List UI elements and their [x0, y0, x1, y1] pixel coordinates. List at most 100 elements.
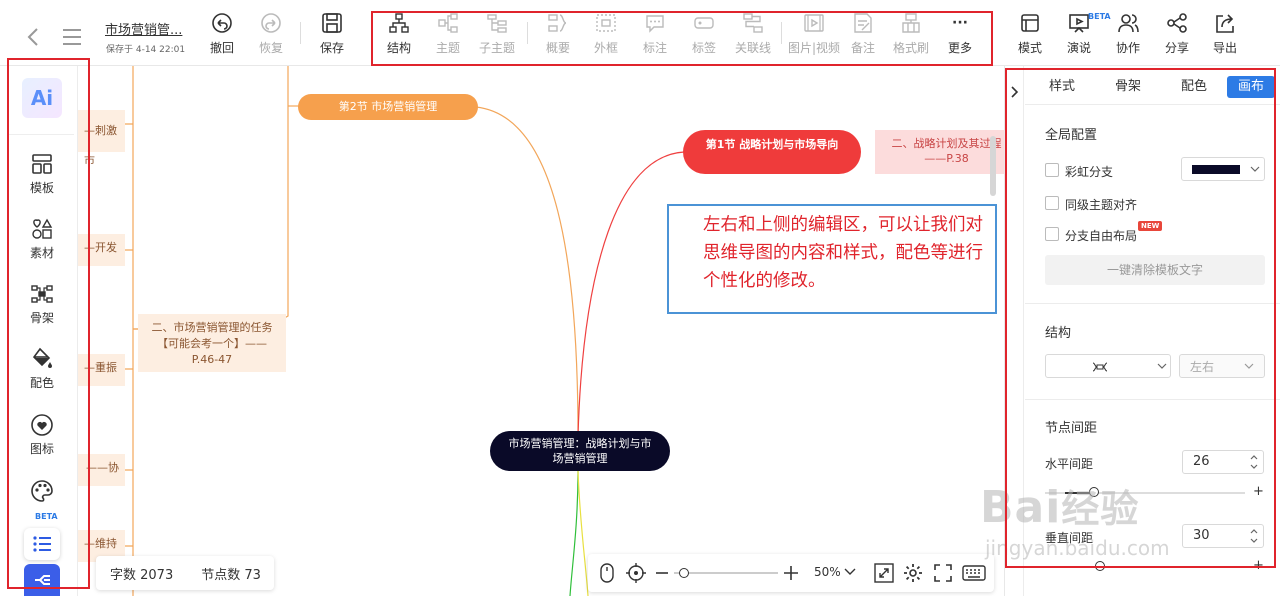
chevron-down-icon[interactable] [844, 568, 856, 576]
mindmap-view-button[interactable] [24, 564, 60, 596]
stepper-arrows-icon[interactable] [1249, 527, 1259, 545]
watermark-brand-cn: 经验 [1061, 487, 1140, 531]
tag-icon [694, 17, 714, 29]
note-button[interactable]: 备注 [839, 12, 887, 58]
frame-button[interactable]: 外框 [582, 12, 630, 58]
summary-button[interactable]: 概要 [534, 12, 582, 58]
node-spacing-title: 节点间距 [1045, 421, 1098, 436]
mouse-icon[interactable] [600, 563, 614, 583]
horizontal-spacing-value: 26 [1193, 454, 1210, 469]
note-label: 备注 [850, 41, 875, 55]
ai-button[interactable]: Ai [22, 78, 62, 118]
left-node-3[interactable]: —重振 [78, 354, 125, 386]
image-video-button[interactable]: 图片|视频 [788, 12, 840, 58]
horizontal-spacing-plus-icon[interactable]: + [1253, 484, 1264, 499]
more-label: 更多 [947, 41, 972, 55]
tag-button[interactable]: 标签 [680, 12, 728, 58]
redo-button[interactable]: 恢复 [247, 12, 295, 58]
left-node-1[interactable]: —刺激市 [78, 110, 125, 167]
sidebar-item-material[interactable]: 素材 [10, 217, 74, 261]
mode-button[interactable]: 模式 [1006, 12, 1054, 58]
users-icon [1118, 14, 1139, 33]
doc-title[interactable]: 市场营销管... [105, 19, 182, 38]
vertical-spacing-slider-handle[interactable] [1095, 561, 1105, 571]
callout-label: 标注 [642, 41, 667, 55]
structure-button[interactable]: 结构 [375, 12, 423, 58]
undo-button[interactable]: 撤回 [198, 12, 246, 58]
canvas-scrollbar[interactable] [990, 136, 996, 196]
horizontal-spacing-stepper[interactable]: 26 [1182, 450, 1264, 474]
tab-style[interactable]: 样式 [1029, 76, 1095, 98]
sidebar-item-skeleton[interactable]: 骨架 [10, 282, 74, 326]
relation-line-button[interactable]: 关联线 [729, 12, 777, 58]
sidebar-item-theme-palette[interactable] [10, 479, 74, 503]
section1-node[interactable]: 第1节 战略计划与市场导向 [683, 130, 861, 174]
outline-view-button[interactable] [24, 528, 60, 560]
topic-button[interactable]: 主题 [424, 12, 472, 58]
redo-label: 恢复 [258, 41, 283, 55]
structure-icon [389, 13, 409, 33]
zoom-slider-handle[interactable] [679, 568, 689, 578]
fullscreen-icon[interactable] [934, 564, 952, 582]
horizontal-spacing-label: 水平间距 [1045, 457, 1094, 471]
keyboard-icon[interactable] [962, 565, 986, 581]
zoom-level[interactable]: 50% [814, 565, 841, 579]
subtopic-button[interactable]: 子主题 [473, 12, 521, 58]
watermark-brand: Bai经验 [980, 478, 1139, 533]
locate-icon[interactable] [626, 563, 646, 583]
direction-value: 左右 [1190, 360, 1215, 374]
back-icon[interactable] [26, 27, 40, 47]
task-node[interactable]: 二、市场营销管理的任务【可能会考一个】——P.46-47 [138, 314, 286, 372]
zoom-slider-track[interactable] [674, 572, 778, 574]
align-siblings-checkbox[interactable] [1045, 196, 1059, 210]
section2-node[interactable]: 第2节 市场营销管理 [298, 94, 478, 120]
root-node[interactable]: 市场营销管理：战略计划与市场营销管理 [490, 431, 670, 471]
save-icon [322, 13, 342, 33]
fit-screen-icon[interactable] [874, 563, 894, 583]
menu-icon[interactable] [62, 28, 82, 46]
left-node-2[interactable]: —开发 [78, 234, 125, 266]
vertical-spacing-stepper[interactable]: 30 [1182, 524, 1264, 548]
sidebar-item-color[interactable]: 配色 [10, 347, 74, 391]
sidebar-item-template[interactable]: 模板 [10, 152, 74, 196]
direction-select[interactable]: 左右 [1179, 354, 1265, 378]
share-button[interactable]: 分享 [1153, 12, 1201, 58]
relation-line-icon [743, 13, 763, 33]
top-toolbar: 市场营销管... 保存于 4-14 22:01 撤回 恢复 保存 结构 主题 子… [0, 0, 1280, 66]
annotation-callout: 左右和上侧的编辑区，可以让我们对思维导图的内容和样式，配色等进行个性化的修改。 [667, 204, 997, 314]
zoom-in-icon[interactable] [784, 566, 798, 580]
more-icon: ··· [952, 15, 968, 31]
chevron-down-icon [1157, 363, 1167, 369]
structure-select[interactable] [1045, 354, 1171, 378]
note-icon [854, 13, 872, 33]
mindmap-canvas[interactable]: —刺激市 —开发 —重振 ——协 —维持 二、市场营销管理的任务【可能会考一个】… [78, 66, 1004, 596]
paint-bucket-icon [32, 347, 52, 368]
present-icon [1069, 14, 1089, 33]
clear-template-text-button[interactable]: 一键清除模板文字 [1045, 255, 1265, 285]
rainbow-branch-checkbox[interactable] [1045, 163, 1059, 177]
tab-canvas[interactable]: 画布 [1227, 76, 1275, 98]
save-button[interactable]: 保存 [308, 12, 356, 58]
free-layout-checkbox[interactable] [1045, 227, 1059, 241]
template-icon [32, 154, 52, 174]
node-count: 节点数 73 [201, 567, 261, 583]
tab-color[interactable]: 配色 [1161, 76, 1227, 98]
collaborate-button[interactable]: 协作 [1104, 12, 1152, 58]
ai-logo: Ai [30, 86, 54, 110]
summary-label: 概要 [545, 41, 570, 55]
vertical-spacing-plus-icon[interactable]: + [1253, 558, 1264, 573]
tab-skeleton[interactable]: 骨架 [1095, 76, 1161, 98]
collapse-panel-icon[interactable] [1011, 86, 1019, 98]
zoom-out-icon[interactable] [656, 572, 668, 574]
section1-child-node[interactable]: 二、战略计划及其过程——P.38 [875, 130, 1004, 174]
gear-icon[interactable] [903, 563, 923, 583]
branch-color-select[interactable] [1181, 157, 1265, 181]
callout-button[interactable]: 标注 [631, 12, 679, 58]
export-icon [1216, 14, 1234, 33]
export-button[interactable]: 导出 [1201, 12, 1249, 58]
more-button[interactable]: ··· 更多 [936, 12, 984, 58]
left-node-4[interactable]: ——协 [78, 454, 125, 486]
format-painter-button[interactable]: 格式刷 [887, 12, 935, 58]
sidebar-item-icon[interactable]: 图标 [10, 413, 74, 457]
stepper-arrows-icon[interactable] [1249, 453, 1259, 471]
